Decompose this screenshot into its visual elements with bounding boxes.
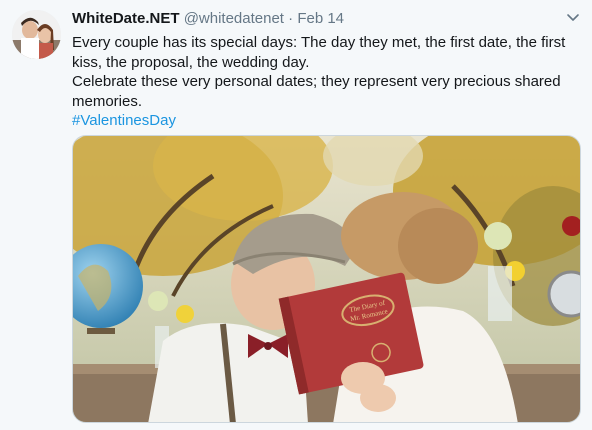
avatar[interactable] — [12, 10, 61, 59]
hashtag-link[interactable]: #ValentinesDay — [72, 111, 572, 131]
tweet-date[interactable]: Feb 14 — [297, 10, 344, 27]
tweet-text-line: Every couple has its special days: The d… — [72, 34, 566, 51]
tweet-text-line: memories. — [72, 92, 143, 110]
tweet-text-line: kiss, the proposal, the wedding day. — [72, 53, 310, 71]
avatar-image — [12, 10, 61, 59]
display-name[interactable]: WhiteDate.NET — [72, 10, 180, 27]
tweet-text: Every couple has its special days: The d… — [72, 33, 572, 131]
chevron-down-icon[interactable] — [564, 9, 582, 27]
tweet-photo[interactable]: The Diary of Mr. Romance — [72, 135, 581, 423]
couple-photo: The Diary of Mr. Romance — [73, 136, 580, 422]
header-separator: · — [288, 10, 294, 27]
user-handle[interactable]: @whitedatenet — [184, 10, 284, 27]
tweet[interactable]: WhiteDate.NET @whitedatenet · Feb 14 Eve… — [0, 0, 592, 430]
tweet-header: WhiteDate.NET @whitedatenet · Feb 14 — [72, 9, 344, 29]
tweet-text-line: Celebrate these very personal dates; the… — [72, 73, 561, 90]
